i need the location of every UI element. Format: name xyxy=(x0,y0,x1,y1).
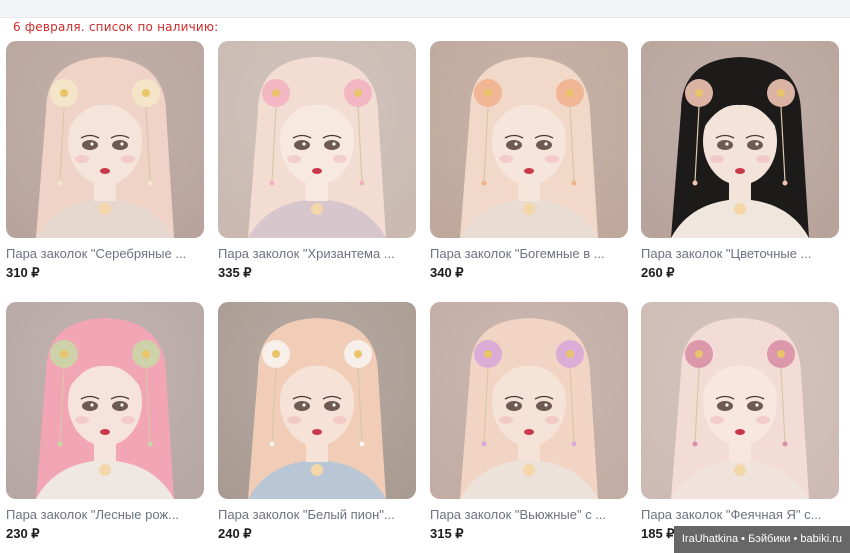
product-card[interactable]: Пара заколок "Белый пион"... 240 ₽ xyxy=(218,302,416,542)
product-card[interactable]: Пара заколок "Серебряные ... 310 ₽ xyxy=(6,41,204,281)
product-thumbnail[interactable] xyxy=(6,41,204,238)
stock-heading: 6 февраля. список по наличию: xyxy=(13,20,219,34)
product-title[interactable]: Пара заколок "Серебряные ... xyxy=(6,246,204,262)
product-image xyxy=(6,41,204,238)
product-title[interactable]: Пара заколок "Богемные в ... xyxy=(430,246,628,262)
product-title[interactable]: Пара заколок "Лесные рож... xyxy=(6,507,204,523)
product-price: 315 ₽ xyxy=(430,526,464,541)
product-price: 310 ₽ xyxy=(6,265,40,280)
product-card[interactable]: Пара заколок "Хризантема ... 335 ₽ xyxy=(218,41,416,281)
product-price: 335 ₽ xyxy=(218,265,252,280)
product-price: 340 ₽ xyxy=(430,265,464,280)
product-title[interactable]: Пара заколок "Феячная Я" с... xyxy=(641,507,839,523)
product-title[interactable]: Пара заколок "Цветочные ... xyxy=(641,246,839,262)
product-price: 240 ₽ xyxy=(218,526,252,541)
product-thumbnail[interactable] xyxy=(218,41,416,238)
shop-page: 6 февраля. список по наличию: Пара закол… xyxy=(0,0,850,553)
product-card[interactable]: Пара заколок "Вьюжные" с ... 315 ₽ xyxy=(430,302,628,542)
product-image xyxy=(430,302,628,499)
product-price: 230 ₽ xyxy=(6,526,40,541)
product-thumbnail[interactable] xyxy=(6,302,204,499)
top-bar xyxy=(0,0,850,18)
product-card[interactable]: Пара заколок "Цветочные ... 260 ₽ xyxy=(641,41,839,281)
product-thumbnail[interactable] xyxy=(218,302,416,499)
product-card[interactable]: Пара заколок "Феячная Я" с... 185 ₽ xyxy=(641,302,839,542)
product-price: 260 ₽ xyxy=(641,265,675,280)
product-title[interactable]: Пара заколок "Белый пион"... xyxy=(218,507,416,523)
product-title[interactable]: Пара заколок "Вьюжные" с ... xyxy=(430,507,628,523)
product-image xyxy=(641,302,839,499)
product-image xyxy=(6,302,204,499)
product-thumbnail[interactable] xyxy=(641,41,839,238)
watermark: IraUhatkina • Бэйбики • babiki.ru xyxy=(673,526,850,553)
product-card[interactable]: Пара заколок "Лесные рож... 230 ₽ xyxy=(6,302,204,542)
product-image xyxy=(218,302,416,499)
product-image xyxy=(430,41,628,238)
product-thumbnail[interactable] xyxy=(430,41,628,238)
product-thumbnail[interactable] xyxy=(430,302,628,499)
product-thumbnail[interactable] xyxy=(641,302,839,499)
product-image xyxy=(641,41,839,238)
product-title[interactable]: Пара заколок "Хризантема ... xyxy=(218,246,416,262)
product-image xyxy=(218,41,416,238)
product-card[interactable]: Пара заколок "Богемные в ... 340 ₽ xyxy=(430,41,628,281)
